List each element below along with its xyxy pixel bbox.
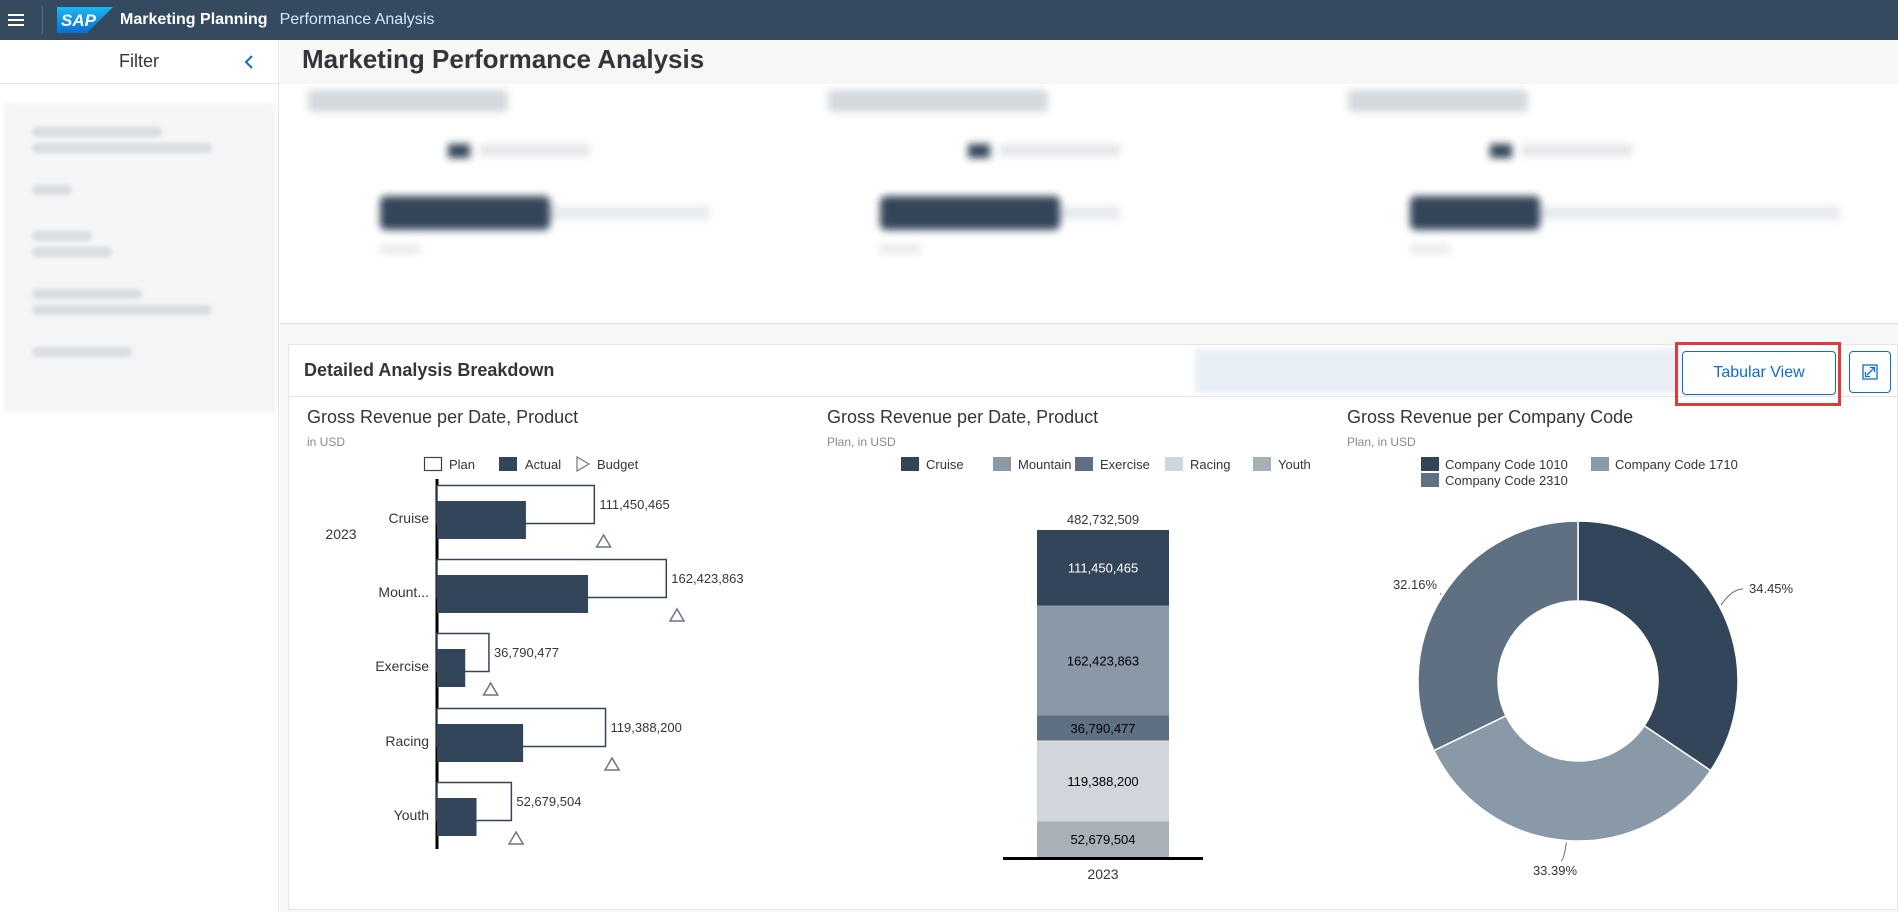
donut-slice-company-code-1010 [1577, 520, 1739, 772]
panel-title: Detailed Analysis Breakdown [304, 360, 555, 380]
total-label: 482,732,509 [1067, 512, 1139, 527]
budget-marker-mount [668, 607, 686, 622]
legend-racing-label: Racing [1190, 457, 1230, 472]
segment-label-exercise: 36,790,477 [1070, 721, 1135, 736]
legend-budget-triangle [576, 455, 591, 473]
legend-mountain-swatch [993, 457, 1011, 471]
leader-line-company-code-1010 [1720, 588, 1744, 606]
data-label-mount: 162,423,863 [671, 571, 743, 586]
category-label-cruise: Cruise [389, 510, 430, 526]
kpi-card-1 [300, 84, 780, 314]
data-label-cruise: 111,450,465 [599, 497, 669, 512]
main-content: Marketing Performance Analysis Detailed … [280, 40, 1898, 912]
filter-sidebar: Filter [0, 40, 279, 912]
legend-exercise-swatch [1075, 457, 1093, 471]
legend-company-code-2310-label: Company Code 2310 [1445, 473, 1568, 488]
tabular-view-button[interactable]: Tabular View [1682, 351, 1836, 395]
slice-label-company-code-1010: 34.45% [1749, 581, 1794, 596]
legend-cruise-label: Cruise [926, 457, 964, 472]
budget-marker-racing [603, 756, 621, 771]
slice-label-company-code-2310: 32.16% [1393, 577, 1438, 592]
category-label-mount: Mount... [378, 584, 429, 600]
category-label-2023: 2023 [1087, 866, 1118, 882]
sap-logo-text: SAP [61, 11, 97, 30]
filter-content-blurred [4, 103, 276, 413]
legend-cruise-swatch [901, 457, 919, 471]
legend-company-code-1010-label: Company Code 1010 [1445, 457, 1568, 472]
app-title[interactable]: Marketing Planning [120, 11, 268, 29]
legend-company-code-2310-swatch [1421, 473, 1439, 487]
legend-company-code-1010-swatch [1421, 457, 1439, 471]
app-subtitle: Performance Analysis [279, 11, 435, 28]
actual-bar-exercise [437, 649, 466, 687]
sap-logo[interactable]: SAP [57, 7, 113, 33]
category-label-youth: Youth [394, 807, 429, 823]
fullscreen-icon [1862, 364, 1878, 380]
data-label-youth: 52,679,504 [516, 794, 581, 809]
chevron-left-icon[interactable] [238, 51, 260, 73]
page-title: Marketing Performance Analysis [302, 44, 705, 74]
chart-revenue-by-company-code: Gross Revenue per Company Code Plan, in … [1329, 397, 1897, 909]
legend-company-code-1710-swatch [1591, 457, 1609, 471]
group-label-2023: 2023 [325, 526, 356, 542]
actual-bar-mount [437, 575, 589, 613]
slice-label-company-code-1710: 33.39% [1533, 863, 1578, 878]
legend-actual-swatch [499, 457, 517, 471]
chart-revenue-stacked: Gross Revenue per Date, Product Plan, in… [809, 397, 1329, 909]
filter-header: Filter [0, 40, 278, 84]
actual-bar-racing [437, 724, 524, 762]
segment-label-racing: 119,388,200 [1067, 774, 1138, 789]
category-label-exercise: Exercise [375, 658, 429, 674]
legend-budget-label: Budget [597, 457, 639, 472]
fullscreen-button[interactable] [1849, 351, 1891, 393]
panel-toolbar-blurred [1195, 349, 1681, 393]
legend-plan-label: Plan [449, 457, 475, 472]
hamburger-icon[interactable] [0, 0, 32, 40]
category-label-racing: Racing [385, 733, 429, 749]
legend-company-code-1710-label: Company Code 1710 [1615, 457, 1738, 472]
chart-revenue-by-product: Gross Revenue per Date, Product in USD P… [289, 397, 809, 909]
actual-bar-cruise [437, 501, 526, 539]
legend-youth-label: Youth [1278, 457, 1311, 472]
legend-mountain-label: Mountain [1018, 457, 1071, 472]
legend-exercise-label: Exercise [1100, 457, 1150, 472]
legend-youth-swatch [1253, 457, 1271, 471]
segment-label-youth: 52,679,504 [1070, 832, 1135, 847]
donut-slice-company-code-2310 [1417, 520, 1579, 752]
legend-actual-label: Actual [525, 457, 561, 472]
budget-marker-exercise [482, 681, 499, 696]
budget-marker-youth [507, 830, 525, 845]
kpi-card-2 [820, 84, 1300, 314]
detailed-analysis-panel: Detailed Analysis Breakdown Tabular View… [288, 342, 1898, 910]
kpi-card-3 [1340, 84, 1860, 314]
filter-title: Filter [119, 51, 159, 71]
shell-bar: SAP Marketing Planning Performance Analy… [0, 0, 1898, 40]
segment-label-cruise: 111,450,465 [1068, 561, 1138, 576]
kpi-cards-blurred [280, 84, 1898, 324]
budget-marker-cruise [595, 533, 612, 548]
legend-plan-swatch [423, 456, 443, 472]
shell-separator [42, 6, 43, 34]
leader-line-company-code-1710 [1560, 842, 1567, 862]
data-label-racing: 119,388,200 [611, 720, 682, 735]
panel-header: Detailed Analysis Breakdown Tabular View [289, 342, 1897, 406]
actual-bar-youth [437, 798, 477, 836]
segment-label-mountain: 162,423,863 [1067, 654, 1139, 669]
chart-2-plot: Cruise Mountain Exercise Racing Youth 111,450… [901, 457, 1311, 882]
legend-racing-swatch [1165, 457, 1183, 471]
chart-1-plot: Plan Actual Budget 2023 111,450,465 Cruise 162… [325, 455, 744, 849]
chart-3-plot: Company Code 1010 Company Code 1710 Compan… [1393, 457, 1794, 878]
data-label-exercise: 36,790,477 [494, 645, 559, 660]
